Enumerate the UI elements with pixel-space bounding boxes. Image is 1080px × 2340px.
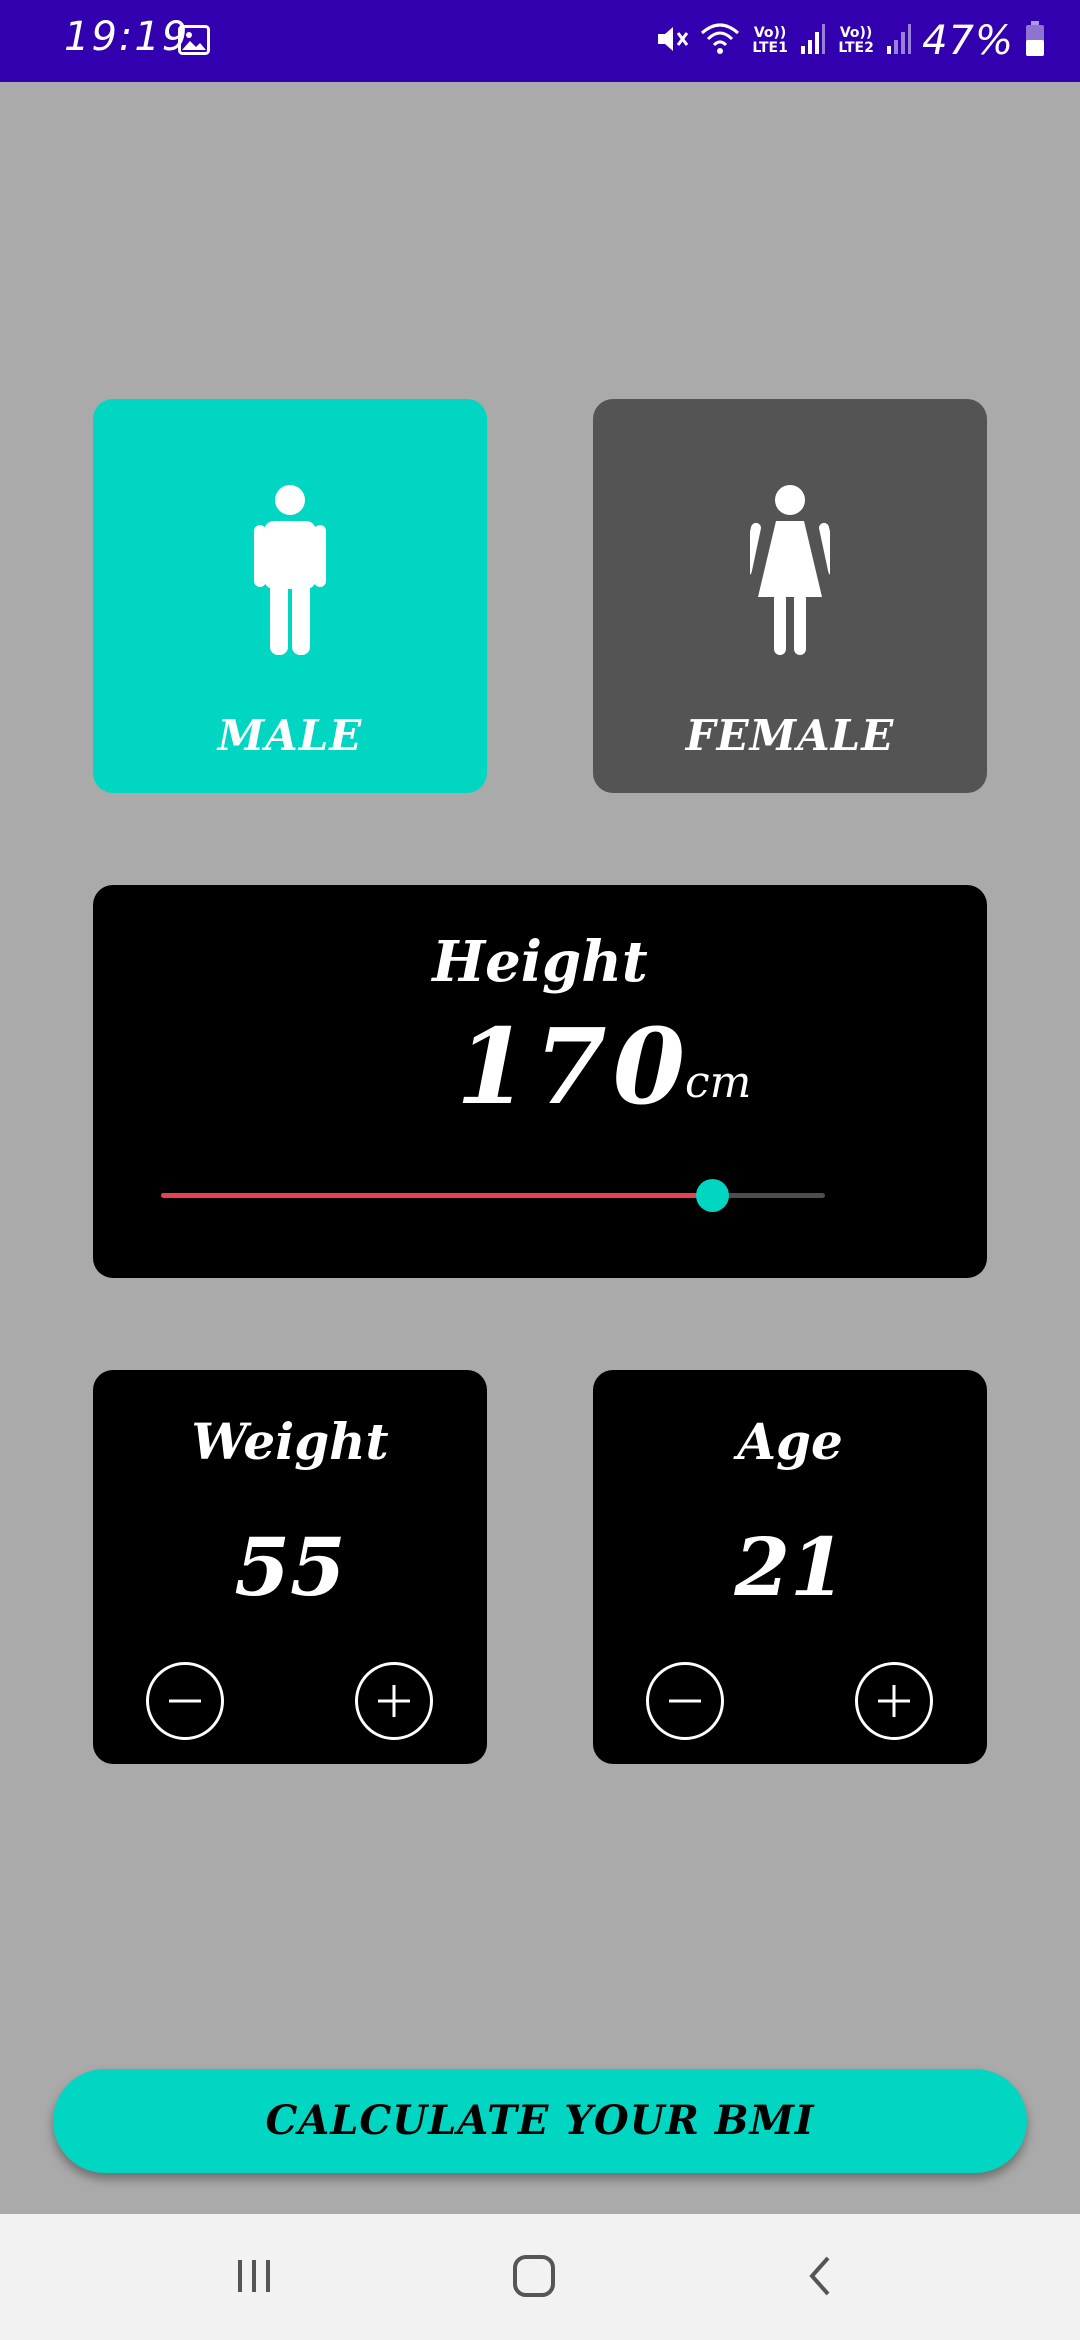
height-value: 170 xyxy=(456,1005,692,1128)
mute-icon xyxy=(654,21,690,61)
plus-icon xyxy=(378,1685,410,1717)
minus-icon xyxy=(169,1699,201,1703)
height-slider-thumb[interactable] xyxy=(696,1179,730,1212)
height-slider[interactable] xyxy=(161,1179,825,1212)
recent-apps-icon[interactable] xyxy=(232,2252,280,2304)
height-card: Height 170 cm xyxy=(93,885,987,1278)
age-increment-button[interactable] xyxy=(855,1662,933,1740)
signal-icon xyxy=(800,22,826,60)
male-card[interactable]: MALE xyxy=(93,399,487,793)
lte2-label: Vo)) LTE2 xyxy=(838,25,874,56)
female-label: FEMALE xyxy=(685,711,895,760)
height-slider-fill xyxy=(161,1193,713,1198)
age-value: 21 xyxy=(734,1520,846,1614)
weight-value: 55 xyxy=(234,1520,346,1614)
plus-icon xyxy=(878,1685,910,1717)
height-unit: cm xyxy=(685,1057,752,1108)
battery-icon xyxy=(1024,20,1046,62)
male-label: MALE xyxy=(217,711,363,760)
weight-decrement-button[interactable] xyxy=(146,1662,224,1740)
female-icon xyxy=(750,485,830,655)
weight-label: Weight xyxy=(191,1412,389,1471)
signal-icon-2 xyxy=(886,22,912,60)
status-icons: Vo)) LTE1 Vo)) LTE2 47% xyxy=(654,14,1046,68)
male-icon xyxy=(254,485,326,655)
weight-card: Weight 55 xyxy=(93,1370,487,1764)
minus-icon xyxy=(669,1699,701,1703)
age-card: Age 21 xyxy=(593,1370,987,1764)
wifi-icon xyxy=(700,21,740,61)
female-card[interactable]: FEMALE xyxy=(593,399,987,793)
home-icon[interactable] xyxy=(510,2252,558,2304)
status-bar: 19:19 Vo)) LTE1 Vo)) LTE2 47% xyxy=(0,0,1080,82)
age-decrement-button[interactable] xyxy=(646,1662,724,1740)
back-icon[interactable] xyxy=(798,2252,846,2304)
calculate-bmi-label: CALCULATE YOUR BMI xyxy=(265,2097,815,2144)
calculate-bmi-button[interactable]: CALCULATE YOUR BMI xyxy=(53,2069,1027,2173)
status-time: 19:19 xyxy=(64,14,190,60)
lte1-label: Vo)) LTE1 xyxy=(752,25,788,56)
height-label: Height xyxy=(432,929,648,995)
battery-percent: 47% xyxy=(922,18,1014,64)
gallery-icon xyxy=(178,25,210,59)
age-label: Age xyxy=(737,1412,843,1471)
weight-increment-button[interactable] xyxy=(355,1662,433,1740)
system-nav-bar xyxy=(0,2214,1080,2340)
